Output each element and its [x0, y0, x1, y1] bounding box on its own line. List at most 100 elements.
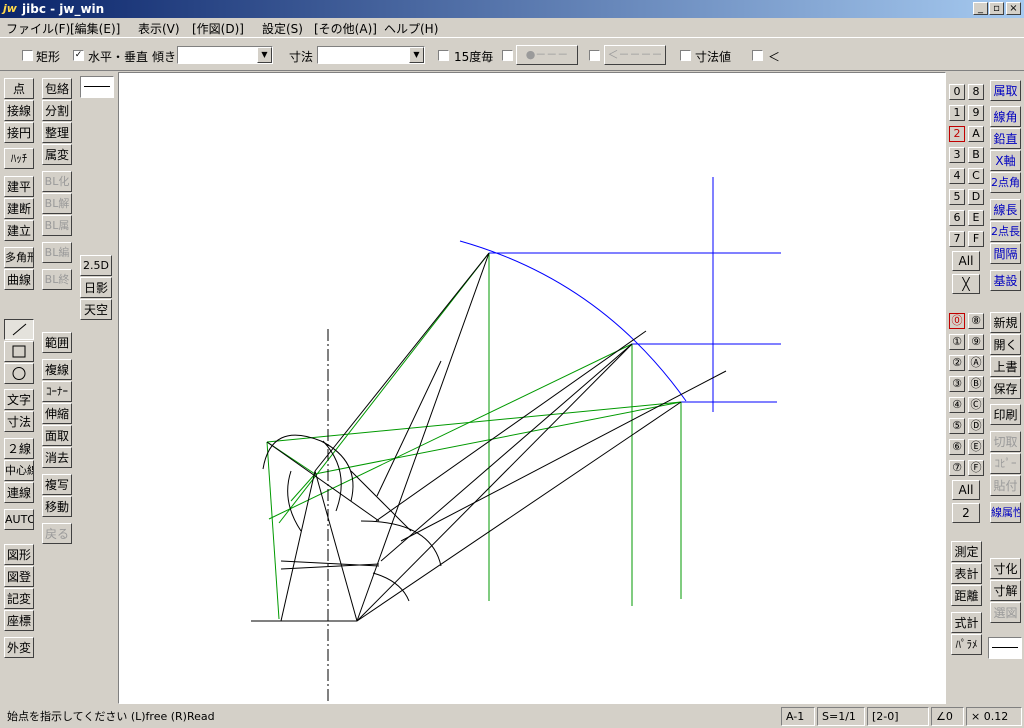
- status-paper[interactable]: A-1: [781, 707, 815, 726]
- tool-divide[interactable]: 分割: [42, 100, 72, 121]
- layer-group-b[interactable]: B: [968, 147, 984, 163]
- layer-group-4[interactable]: 4: [949, 168, 965, 184]
- layer-e[interactable]: Ⓔ: [968, 439, 984, 455]
- cmd-distance[interactable]: 距離: [951, 585, 982, 606]
- layer-6[interactable]: ⑥: [949, 439, 965, 455]
- layer-0[interactable]: ⓪: [949, 313, 965, 329]
- cmd-two-point-angle[interactable]: 2点角: [990, 172, 1021, 193]
- tool-text[interactable]: 文字: [4, 389, 34, 410]
- tool-corner[interactable]: ｺｰﾅｰ: [42, 381, 72, 402]
- layer-group-8[interactable]: 8: [968, 84, 984, 100]
- cmd-vertical[interactable]: 鉛直: [990, 128, 1021, 149]
- layer-group-f[interactable]: F: [968, 231, 984, 247]
- tool-external-change[interactable]: 外変: [4, 637, 34, 658]
- tool-symbol-change[interactable]: 記変: [4, 588, 34, 609]
- layer-group-0[interactable]: 0: [949, 84, 965, 100]
- layer-group-c[interactable]: C: [968, 168, 984, 184]
- btn1-checkbox[interactable]: [502, 50, 513, 61]
- tool-block-explode[interactable]: BL解: [42, 193, 72, 214]
- tool-auto[interactable]: AUTO: [4, 509, 34, 530]
- horiz-vert-checkbox[interactable]: ✓: [73, 50, 84, 61]
- cmd-line-attribute[interactable]: 線属性: [990, 502, 1021, 523]
- tool-tangent[interactable]: 接線: [4, 100, 34, 121]
- cmd-select-figure[interactable]: 選図: [990, 602, 1021, 623]
- tool-curve[interactable]: 曲線: [4, 269, 34, 290]
- tool-copy[interactable]: 複写: [42, 474, 72, 495]
- tool-hatch[interactable]: ﾊｯﾁ: [4, 148, 34, 169]
- tool-move[interactable]: 移動: [42, 496, 72, 517]
- cmd-x-axis[interactable]: X軸: [990, 150, 1021, 171]
- tool-center-line[interactable]: 中心線: [4, 460, 34, 481]
- tilt-combo[interactable]: ▼: [177, 46, 273, 64]
- tool-undo[interactable]: 戻る: [42, 523, 72, 544]
- tool-attribute-change[interactable]: 属変: [42, 144, 72, 165]
- layer-group-6[interactable]: 6: [949, 210, 965, 226]
- cmd-cut[interactable]: 切取: [990, 431, 1021, 452]
- layer-9[interactable]: ⑨: [968, 334, 984, 350]
- tool-figure-register[interactable]: 図登: [4, 566, 34, 587]
- layer-group-9[interactable]: 9: [968, 105, 984, 121]
- tool-envelope[interactable]: 包絡: [42, 78, 72, 99]
- layer-7[interactable]: ⑦: [949, 460, 965, 476]
- cmd-interval[interactable]: 間隔: [990, 243, 1021, 264]
- tool-range[interactable]: 範囲: [42, 332, 72, 353]
- cmd-attribute-get[interactable]: 属取: [990, 80, 1021, 101]
- tool-offset[interactable]: 複線: [42, 359, 72, 380]
- tool-connect-line[interactable]: 連線: [4, 482, 34, 503]
- dimval-checkbox[interactable]: [680, 50, 691, 61]
- layer-group-2[interactable]: 2: [949, 126, 965, 142]
- cmd-parametric[interactable]: ﾊﾟﾗﾒ: [951, 634, 982, 655]
- menu-file[interactable]: ファイル(F): [6, 20, 70, 37]
- tool-figure[interactable]: 図形: [4, 544, 34, 565]
- tool-plan[interactable]: 建平: [4, 176, 34, 197]
- tool-tangent-circle[interactable]: 接円: [4, 122, 34, 143]
- tool-erase[interactable]: 消去: [42, 447, 72, 468]
- menu-edit[interactable]: [編集(E)]: [70, 20, 120, 37]
- status-zoom[interactable]: × 0.12: [966, 707, 1022, 726]
- layer-d[interactable]: Ⓓ: [968, 418, 984, 434]
- minimize-button[interactable]: _: [973, 2, 988, 15]
- menu-other[interactable]: [その他(A)]: [314, 20, 377, 37]
- restore-button[interactable]: ▫: [989, 2, 1004, 15]
- layer-a[interactable]: Ⓐ: [968, 355, 984, 371]
- tool-dimension[interactable]: 寸法: [4, 411, 34, 432]
- cmd-two-point-length[interactable]: 2点長: [990, 221, 1021, 242]
- tool-section[interactable]: 建断: [4, 198, 34, 219]
- layer-group-all-button[interactable]: All: [952, 251, 980, 271]
- cmd-line-length[interactable]: 線長: [990, 199, 1021, 220]
- layer-group-x-button[interactable]: ╳: [952, 274, 980, 294]
- tool-polygon[interactable]: 多角形: [4, 247, 34, 268]
- tool-block-edit[interactable]: BL編: [42, 242, 72, 263]
- cmd-dim-create[interactable]: 寸化: [990, 558, 1021, 579]
- layer-group-5[interactable]: 5: [949, 189, 965, 205]
- tool-block-create[interactable]: BL化: [42, 171, 72, 192]
- tool-double-line[interactable]: ２線: [4, 438, 34, 459]
- status-layer[interactable]: [2-0]: [867, 707, 929, 726]
- layer-3[interactable]: ③: [949, 376, 965, 392]
- point-line-button[interactable]: ●－－－: [516, 45, 578, 65]
- tool-2-5d[interactable]: 2.5D: [80, 255, 112, 276]
- tool-circle[interactable]: [4, 363, 34, 384]
- layer-all-button[interactable]: All: [952, 480, 980, 500]
- layer-2[interactable]: ②: [949, 355, 965, 371]
- tool-sky-factor[interactable]: 天空: [80, 299, 112, 320]
- rect-checkbox[interactable]: [22, 50, 33, 61]
- layer-group-a[interactable]: A: [968, 126, 984, 142]
- cmd-base-setting[interactable]: 基設: [990, 270, 1021, 291]
- layer-8[interactable]: ⑧: [968, 313, 984, 329]
- drawing-canvas[interactable]: [118, 72, 946, 704]
- cmd-line-angle[interactable]: 線角: [990, 106, 1021, 127]
- tool-block-attribute[interactable]: BL属: [42, 215, 72, 236]
- tool-point[interactable]: 点: [4, 78, 34, 99]
- layer-4[interactable]: ④: [949, 397, 965, 413]
- line-attribute-preview[interactable]: [988, 637, 1022, 659]
- tool-coordinates[interactable]: 座標: [4, 610, 34, 631]
- layer-f[interactable]: Ⓕ: [968, 460, 984, 476]
- layer-group-3[interactable]: 3: [949, 147, 965, 163]
- cmd-new[interactable]: 新規: [990, 312, 1021, 333]
- layer-b[interactable]: Ⓑ: [968, 376, 984, 392]
- cmd-measure[interactable]: 測定: [951, 541, 982, 562]
- cmd-paste[interactable]: 貼付: [990, 475, 1021, 496]
- layer-5[interactable]: ⑤: [949, 418, 965, 434]
- tool-chamfer[interactable]: 面取: [42, 425, 72, 446]
